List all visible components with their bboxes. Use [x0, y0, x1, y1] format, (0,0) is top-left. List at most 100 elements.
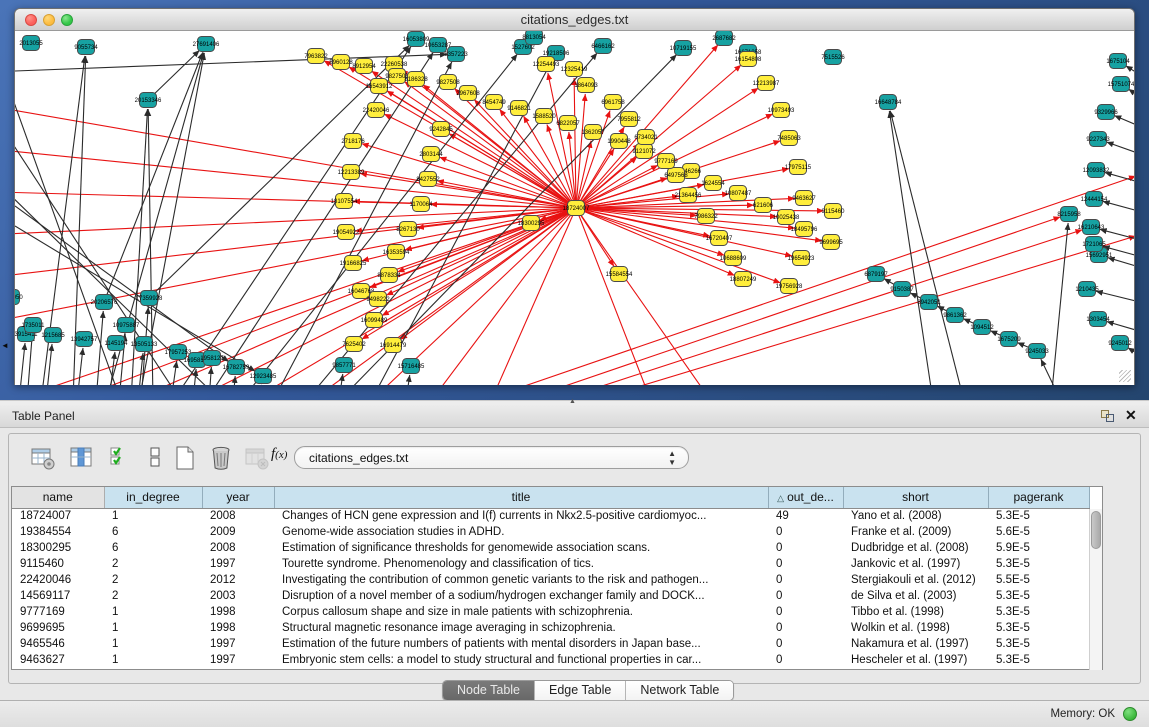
table-cell[interactable]: 5.3E-5 [988, 620, 1089, 636]
graph-node[interactable]: 10807487 [725, 186, 752, 201]
table-cell[interactable]: 0 [768, 540, 843, 556]
table-cell[interactable]: 9115460 [12, 556, 104, 572]
graph-node[interactable]: 2306050 [15, 290, 23, 305]
red-edge[interactable] [386, 208, 576, 295]
graph-node[interactable]: 9699695 [819, 235, 843, 250]
divider-collapse-left-icon[interactable]: ◄ [1, 341, 9, 351]
table-cell[interactable]: 5.3E-5 [988, 508, 1089, 524]
graph-node[interactable]: 10025438 [773, 210, 800, 225]
black-edge[interactable] [1051, 223, 1068, 385]
graph-node[interactable]: 6961758 [601, 95, 625, 110]
graph-node[interactable]: 8357223 [444, 47, 468, 62]
graph-node[interactable]: 9329966 [1094, 105, 1118, 120]
table-cell[interactable]: Nakamura et al. (1997) [843, 636, 988, 652]
graph-node[interactable]: 2967608 [456, 86, 480, 101]
black-edge[interactable] [19, 343, 25, 385]
black-edge[interactable] [233, 376, 235, 385]
table-cell[interactable]: 0 [768, 636, 843, 652]
tab-node-table[interactable]: Node Table [443, 681, 535, 700]
row-height-icon[interactable] [141, 444, 169, 472]
graph-node[interactable]: 8813054 [522, 31, 546, 45]
graph-node[interactable]: 1990448 [607, 134, 631, 149]
graph-node[interactable]: 9115460 [822, 204, 846, 219]
graph-node[interactable]: 16353594 [383, 245, 410, 260]
table-cell[interactable]: 2009 [202, 524, 274, 540]
graph-node[interactable]: 9245033 [1025, 344, 1049, 359]
graph-node[interactable]: 7515526 [821, 50, 845, 65]
table-cell[interactable]: 0 [768, 620, 843, 636]
graph-node[interactable]: 1958127 [200, 351, 224, 366]
red-edge[interactable] [576, 94, 585, 208]
graph-node[interactable]: 27691406 [193, 37, 220, 52]
column-header-year[interactable]: year [202, 487, 274, 508]
black-edge[interactable] [173, 46, 411, 385]
graph-node[interactable]: 16914479 [380, 338, 407, 353]
scrollbar-thumb[interactable] [1091, 511, 1101, 549]
table-cell[interactable]: 0 [768, 556, 843, 572]
graph-node[interactable]: 12213987 [753, 76, 780, 91]
table-cell[interactable]: Dudbridge et al. (2008) [843, 540, 988, 556]
graph-node[interactable]: 2687682 [712, 31, 736, 46]
new-table-icon[interactable] [171, 444, 199, 472]
graph-node[interactable]: 2013055 [19, 36, 43, 51]
graph-node[interactable]: 9055734 [74, 40, 98, 55]
table-cell[interactable]: de Silva et al. (2003) [843, 588, 988, 604]
red-edge[interactable] [439, 157, 576, 208]
table-cell[interactable]: Stergiakouli et al. (2012) [843, 572, 988, 588]
graph-node[interactable]: 2803144 [419, 147, 443, 162]
table-cell[interactable]: 1998 [202, 604, 274, 620]
table-cell[interactable]: Tibbo et al. (1998) [843, 604, 988, 620]
black-edge[interactable] [1106, 142, 1134, 156]
table-cell[interactable]: 5.3E-5 [988, 588, 1089, 604]
table-cell[interactable]: 2 [104, 588, 202, 604]
canvas-resize-grip[interactable] [1119, 370, 1131, 382]
table-cell[interactable]: 2008 [202, 540, 274, 556]
graph-node[interactable]: 19166825 [340, 256, 367, 271]
table-cell[interactable]: 49 [768, 508, 843, 524]
graph-node[interactable]: 6822057 [556, 116, 580, 131]
network-canvas[interactable]: 2013055905573427691406160538091065328715… [15, 31, 1134, 385]
table-row[interactable]: 1830029562008Estimation of significance … [12, 540, 1089, 556]
table-row[interactable]: 1938455462009Genome-wide association stu… [12, 524, 1089, 540]
graph-node[interactable]: 8454749 [482, 95, 506, 110]
table-cell[interactable]: 6 [104, 524, 202, 540]
graph-node[interactable]: 1215685 [41, 328, 65, 343]
black-edge[interactable] [104, 52, 203, 302]
black-edge[interactable] [406, 375, 410, 385]
table-cell[interactable]: 1 [104, 652, 202, 668]
column-header-short[interactable]: short [843, 487, 988, 508]
table-cell[interactable]: 2008 [202, 508, 274, 524]
table-cell[interactable]: 14569117 [12, 588, 104, 604]
black-edge[interactable] [46, 344, 52, 385]
black-edge[interactable] [1100, 229, 1134, 241]
table-row[interactable]: 911546021997Tourette syndrome. Phenomeno… [12, 556, 1089, 572]
table-cell[interactable]: Wolkin et al. (1998) [843, 620, 988, 636]
table-cell[interactable]: 2 [104, 556, 202, 572]
graph-node[interactable]: 19654923 [788, 251, 815, 266]
table-row[interactable]: 946554611997Estimation of the future num… [12, 636, 1089, 652]
table-cell[interactable]: 18724007 [12, 508, 104, 524]
graph-node[interactable]: 12093832 [1083, 163, 1110, 178]
graph-node[interactable]: 1094512 [970, 320, 994, 335]
select-all-columns-icon[interactable] [107, 444, 135, 472]
graph-node[interactable]: 12325419 [561, 62, 588, 77]
graph-node[interactable]: 9121072 [632, 144, 656, 159]
graph-node[interactable]: 15751074 [1108, 77, 1134, 92]
black-edge[interactable] [206, 53, 433, 385]
table-cell[interactable]: 1 [104, 508, 202, 524]
table-cell[interactable]: 5.3E-5 [988, 556, 1089, 572]
graph-node[interactable]: 16720407 [706, 231, 733, 246]
table-cell[interactable]: 1997 [202, 636, 274, 652]
table-row[interactable]: 2242004622012Investigating the contribut… [12, 572, 1089, 588]
memory-status-indicator[interactable] [1123, 707, 1137, 721]
tab-edge-table[interactable]: Edge Table [535, 681, 626, 700]
table-cell[interactable]: 1 [104, 636, 202, 652]
table-cell[interactable]: 19384554 [12, 524, 104, 540]
table-cell[interactable]: Investigating the contribution of common… [274, 572, 768, 588]
black-edge[interactable] [1096, 291, 1134, 303]
table-row[interactable]: 1872400712008Changes of HCN gene express… [12, 508, 1089, 524]
window-titlebar[interactable]: citations_edges.txt [15, 9, 1134, 31]
graph-node[interactable]: 6466162 [591, 39, 615, 54]
table-cell[interactable]: 6 [104, 540, 202, 556]
graph-node[interactable]: 8215958 [1057, 207, 1081, 222]
